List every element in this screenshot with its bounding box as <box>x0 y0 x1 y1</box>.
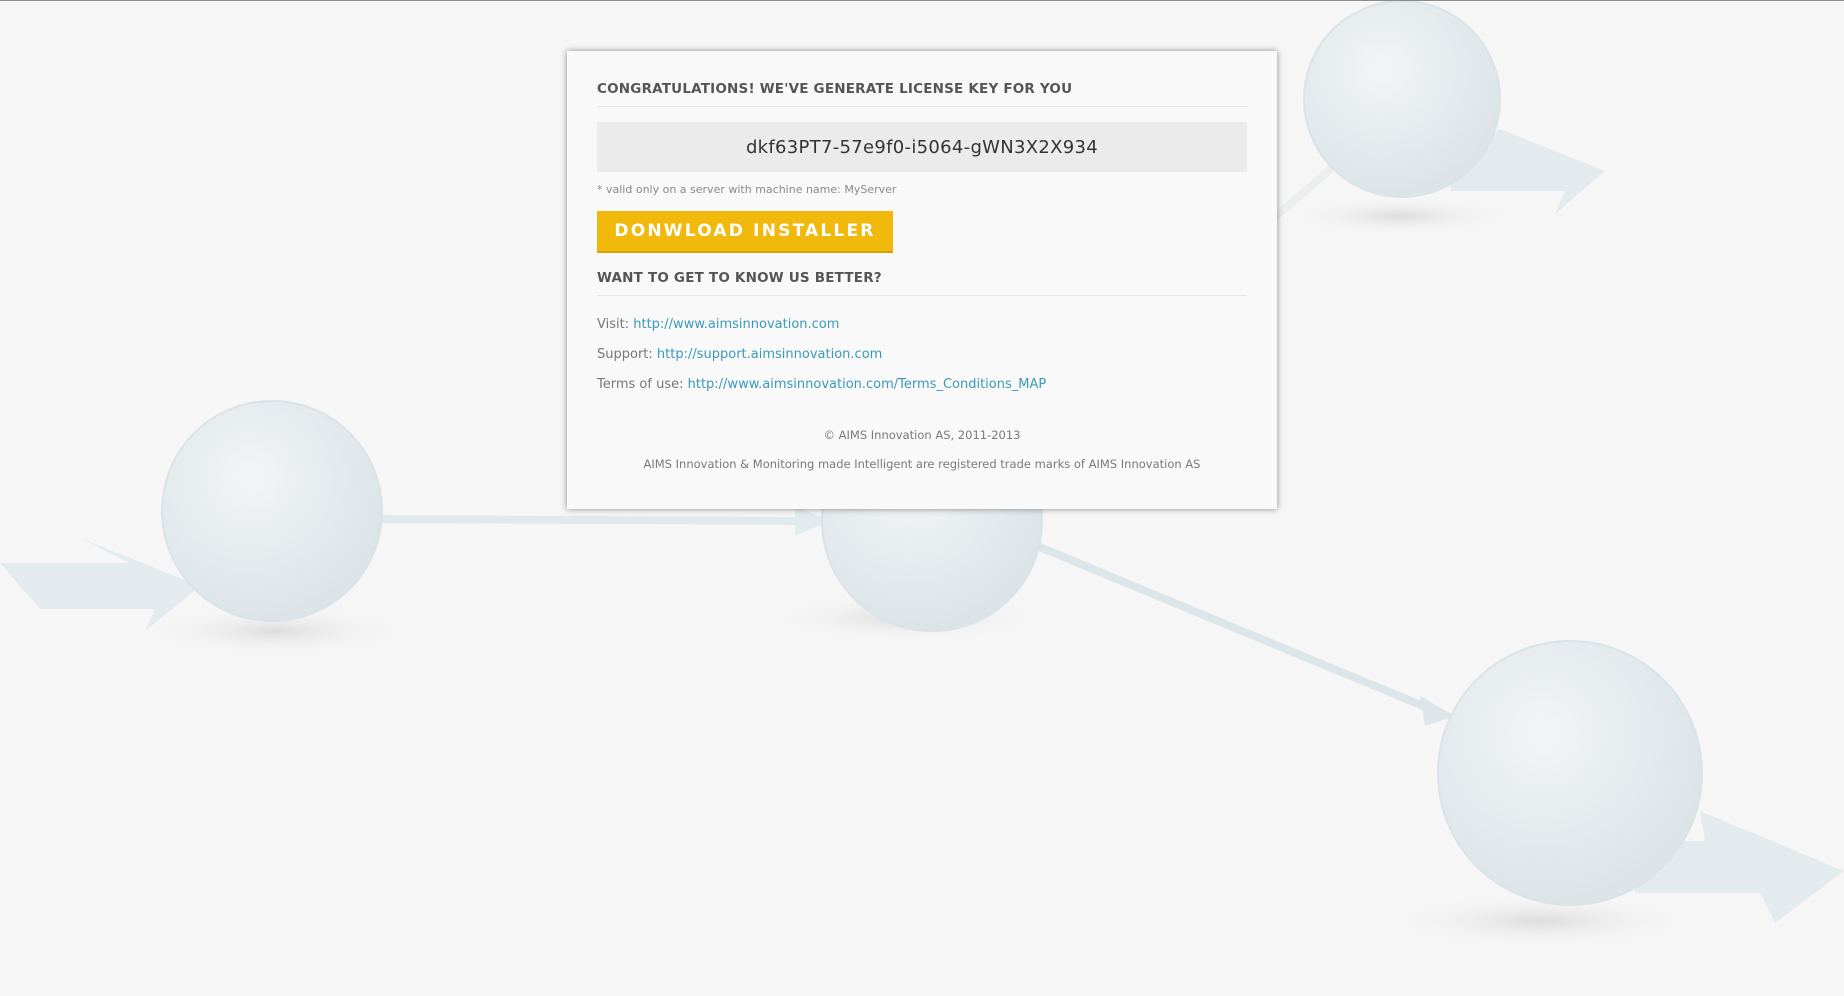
support-link[interactable]: http://support.aimsinnovation.com <box>657 347 882 362</box>
download-installer-button[interactable]: DONWLOAD INSTALLER <box>597 211 893 253</box>
terms-row: Terms of use: http://www.aimsinnovation.… <box>597 375 1247 405</box>
connector-line <box>364 515 821 525</box>
visit-link[interactable]: http://www.aimsinnovation.com <box>633 317 839 332</box>
trademark-text: AIMS Innovation & Monitoring made Intell… <box>643 457 1201 471</box>
page: CONGRATULATIONS! WE'VE GENERATE LICENSE … <box>0 0 1844 996</box>
license-key-display[interactable]: dkf63PT7-57e9f0-i5064-gWN3X2X934 <box>597 122 1247 172</box>
support-label: Support: <box>597 347 653 362</box>
connector-line <box>1023 537 1442 717</box>
sphere-shadow <box>1280 196 1520 236</box>
copyright-text: © AIMS Innovation AS, 2011-2013 <box>823 428 1021 442</box>
sphere <box>1437 640 1703 906</box>
license-card: CONGRATULATIONS! WE'VE GENERATE LICENSE … <box>567 51 1277 509</box>
visit-row: Visit: http://www.aimsinnovation.com <box>597 315 1247 345</box>
support-row: Support: http://support.aimsinnovation.c… <box>597 345 1247 375</box>
sphere <box>161 400 383 622</box>
sphere <box>1303 1 1501 198</box>
license-heading: CONGRATULATIONS! WE'VE GENERATE LICENSE … <box>597 81 1247 107</box>
visit-label: Visit: <box>597 317 630 332</box>
links-section: Visit: http://www.aimsinnovation.com Sup… <box>597 315 1247 405</box>
terms-link[interactable]: http://www.aimsinnovation.com/Terms_Cond… <box>688 377 1047 392</box>
terms-label: Terms of use: <box>597 377 684 392</box>
know-us-heading: WANT TO GET TO KNOW US BETTER? <box>597 270 1247 296</box>
machine-name-note: * valid only on a server with machine na… <box>597 183 897 196</box>
